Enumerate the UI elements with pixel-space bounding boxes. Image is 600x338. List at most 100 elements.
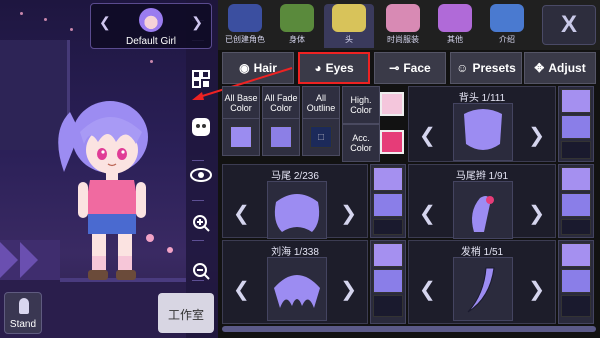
tab-label: Adjust	[548, 61, 586, 75]
chevron-left-icon[interactable]: ❮	[419, 123, 436, 148]
part-title: 马尾 2/236	[271, 171, 319, 182]
tab-adjust[interactable]: ✥ Adjust	[524, 52, 596, 84]
chevron-right-icon[interactable]: ❯	[528, 277, 545, 302]
face-icon: ⊸	[389, 61, 400, 75]
category-fashion[interactable]: 时尚服装	[378, 4, 428, 48]
bottom-scrollbar[interactable]	[222, 326, 596, 332]
part-thumbnail[interactable]	[267, 257, 327, 321]
color-swatch[interactable]	[561, 193, 591, 217]
color-swatch[interactable]	[561, 219, 591, 235]
category-bar: 已创建角色 身体 头 时尚服装 其他 介绍 X	[218, 0, 600, 50]
part-thumbnail[interactable]	[267, 181, 327, 239]
editor-panel: 已创建角色 身体 头 时尚服装 其他 介绍 X ◉ Hair ◕ Eyes ⊸ …	[192, 0, 600, 338]
category-created-characters[interactable]: 已创建角色	[220, 4, 270, 48]
part-thumbnail[interactable]	[453, 103, 513, 161]
color-swatch[interactable]	[373, 219, 403, 235]
part-card-bangs: 刘海 1/338 ❮ ❯	[222, 240, 368, 324]
part-thumbnail[interactable]	[453, 181, 513, 239]
part-card-hair-tip: 发梢 1/51 ❮ ❯	[408, 240, 556, 324]
body-icon	[280, 4, 314, 32]
stand-button[interactable]: Stand	[4, 292, 42, 334]
other-icon	[438, 4, 472, 32]
all-base-color-label[interactable]: All Base Color	[222, 86, 260, 120]
color-swatch[interactable]	[561, 243, 591, 267]
eye-icon[interactable]	[188, 162, 214, 188]
category-intro[interactable]: 介绍	[482, 4, 532, 48]
category-body[interactable]: 身体	[272, 4, 322, 48]
chevron-left-icon[interactable]: ❮	[99, 14, 111, 31]
part-title: 刘海 1/338	[271, 247, 319, 258]
background-star	[70, 28, 73, 31]
all-outline-label[interactable]: All Outline	[302, 86, 340, 120]
face-toggle-icon[interactable]	[188, 114, 214, 140]
part-thumbnail[interactable]	[453, 257, 513, 321]
close-button[interactable]: X	[542, 5, 596, 45]
part-card-back-hair: 背头 1/111 ❮ ❯	[408, 86, 556, 162]
tab-face[interactable]: ⊸ Face	[374, 52, 446, 84]
presets-icon: ☺	[456, 61, 469, 75]
eye-icon: ◕	[314, 61, 322, 75]
studio-label: 工作室	[167, 308, 204, 322]
color-swatch[interactable]	[561, 115, 591, 139]
color-swatch[interactable]	[561, 269, 591, 293]
chevron-left-icon[interactable]: ❮	[233, 277, 250, 302]
part-title: 发梢 1/51	[460, 247, 504, 258]
character-scene: ❮ ❯ Default Girl Stand 工作室	[0, 0, 218, 338]
chevron-right-icon[interactable]: ❯	[528, 201, 545, 226]
category-other[interactable]: 其他	[430, 4, 480, 48]
color-swatch[interactable]	[373, 295, 403, 317]
all-outline-swatch[interactable]: □	[302, 118, 340, 156]
color-swatch[interactable]	[561, 141, 591, 159]
stand-label: Stand	[9, 319, 37, 330]
all-fade-color-swatch[interactable]	[262, 118, 300, 156]
close-icon: X	[560, 11, 577, 38]
high-color-swatch[interactable]	[380, 92, 404, 116]
category-head[interactable]: 头	[324, 4, 374, 48]
part-colors-bangs	[370, 240, 406, 324]
head-icon	[332, 4, 366, 32]
part-colors-hair-tip	[558, 240, 594, 324]
created-characters-icon	[228, 4, 262, 32]
chevron-right-icon[interactable]: ❯	[191, 14, 203, 31]
chevron-right-icon[interactable]: ❯	[528, 123, 545, 148]
adjust-icon: ✥	[534, 61, 545, 75]
acc-color-label: Acc. Color	[342, 124, 380, 162]
color-swatch[interactable]	[561, 295, 591, 317]
background-star	[150, 60, 153, 63]
color-swatch[interactable]	[561, 89, 591, 113]
part-colors-back-hair	[558, 86, 594, 162]
character-figure[interactable]	[50, 92, 170, 292]
part-card-pigtail: 马尾辫 1/91 ❮ ❯	[408, 164, 556, 239]
part-colors-pigtail	[558, 164, 594, 238]
tab-presets[interactable]: ☺ Presets	[450, 52, 522, 84]
part-colors-ponytail	[370, 164, 406, 238]
character-avatar[interactable]	[139, 8, 163, 32]
acc-color-swatch[interactable]	[380, 130, 404, 154]
background-star	[20, 12, 23, 15]
tab-label: Presets	[472, 61, 516, 75]
intro-icon	[490, 4, 524, 32]
chevron-right-icon[interactable]: ❯	[340, 201, 357, 226]
color-swatch[interactable]	[373, 269, 403, 293]
part-title: 马尾辫 1/91	[455, 171, 509, 182]
part-title: 背头 1/111	[458, 93, 506, 104]
color-swatch[interactable]	[373, 243, 403, 267]
all-base-color-swatch[interactable]	[222, 118, 260, 156]
chevron-right-icon[interactable]: ❯	[340, 277, 357, 302]
color-swatch[interactable]	[373, 167, 403, 191]
color-swatch[interactable]	[561, 167, 591, 191]
chevron-left-icon[interactable]: ❮	[419, 277, 436, 302]
zoom-in-icon[interactable]	[188, 210, 214, 236]
zoom-out-icon[interactable]	[188, 258, 214, 284]
character-selector: ❮ ❯ Default Girl	[90, 3, 212, 49]
tab-label: Eyes	[325, 61, 354, 75]
chevron-left-icon[interactable]: ❮	[233, 201, 250, 226]
fashion-icon	[386, 4, 420, 32]
tab-eyes[interactable]: ◕ Eyes	[298, 52, 370, 84]
color-swatch[interactable]	[373, 193, 403, 217]
high-color-label: High. Color	[342, 86, 380, 124]
studio-button[interactable]: 工作室	[158, 293, 214, 333]
all-fade-color-label[interactable]: All Fade Color	[262, 86, 300, 120]
chevron-left-icon[interactable]: ❮	[419, 201, 436, 226]
background-star	[44, 18, 47, 21]
